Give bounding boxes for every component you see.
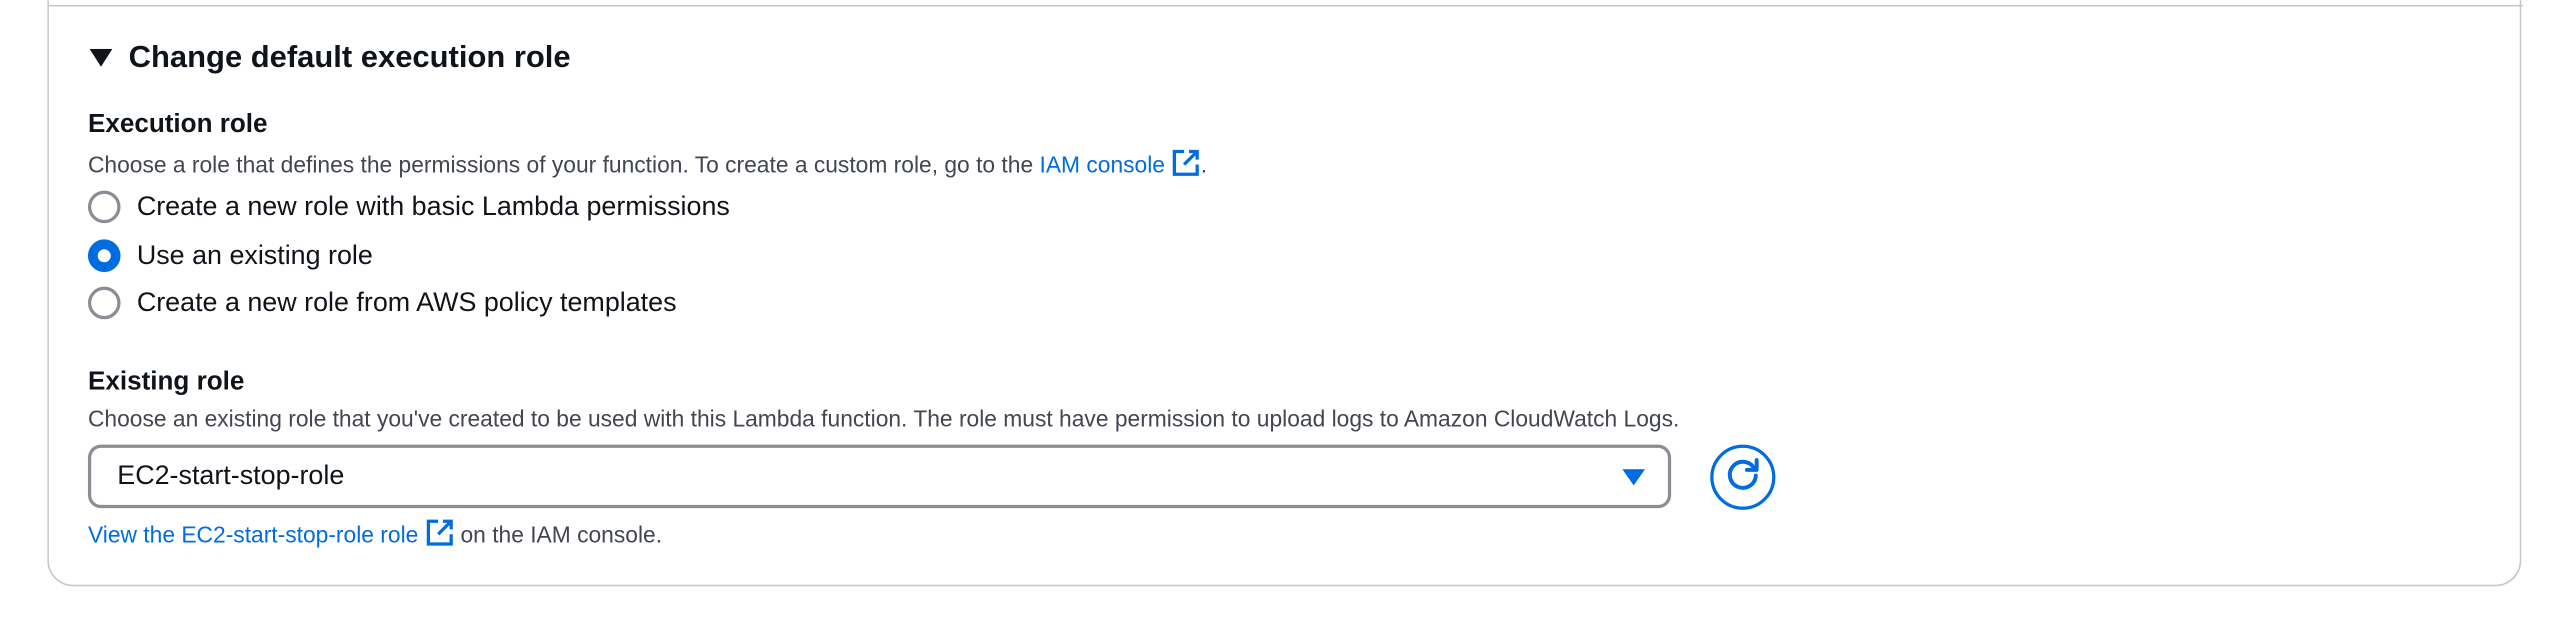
caret-down-icon [88,46,114,72]
existing-role-description: Choose an existing role that you've crea… [87,405,1680,432]
radio-create-basic-role[interactable]: Create a new role with basic Lambda perm… [87,190,730,224]
radio-label: Create a new role from AWS policy templa… [136,287,677,317]
expander-title: Change default execution role [128,40,571,75]
existing-role-select[interactable]: EC2-start-stop-role [87,444,1672,509]
execution-role-label: Execution role [87,110,268,139]
external-link-icon [1171,148,1200,182]
execution-role-description: Choose a role that defines the permissio… [88,148,1207,182]
view-role-link[interactable]: View the EC2-start-stop-role role [87,519,454,548]
dropdown-arrow-icon [1622,468,1646,485]
existing-role-selected-value: EC2-start-stop-role [117,460,345,491]
refresh-icon [1723,454,1762,501]
execution-role-description-suffix: . [1200,151,1208,178]
radio-label: Create a new role with basic Lambda perm… [136,191,730,221]
refresh-button[interactable] [1710,444,1776,510]
radio-button[interactable] [87,286,121,320]
view-role-suffix: on the IAM console. [454,521,663,548]
change-execution-role-expander[interactable]: Change default execution role [88,41,571,77]
view-role-hint: View the EC2-start-stop-role role on the… [88,518,662,552]
iam-console-link[interactable]: IAM console [1039,149,1200,178]
radio-label: Use an existing role [136,240,373,270]
radio-use-existing-role[interactable]: Use an existing role [87,239,373,273]
radio-button-selected[interactable] [87,239,121,273]
radio-button[interactable] [87,190,121,224]
view-role-link-label: View the EC2-start-stop-role role [87,521,419,548]
iam-console-link-label: IAM console [1039,151,1165,178]
existing-role-label: Existing role [87,368,245,396]
external-link-icon [425,518,454,552]
execution-role-description-text: Choose a role that defines the permissio… [87,151,1040,178]
radio-create-from-templates[interactable]: Create a new role from AWS policy templa… [87,286,677,320]
stage: Change default execution role Execution … [0,0,2549,617]
